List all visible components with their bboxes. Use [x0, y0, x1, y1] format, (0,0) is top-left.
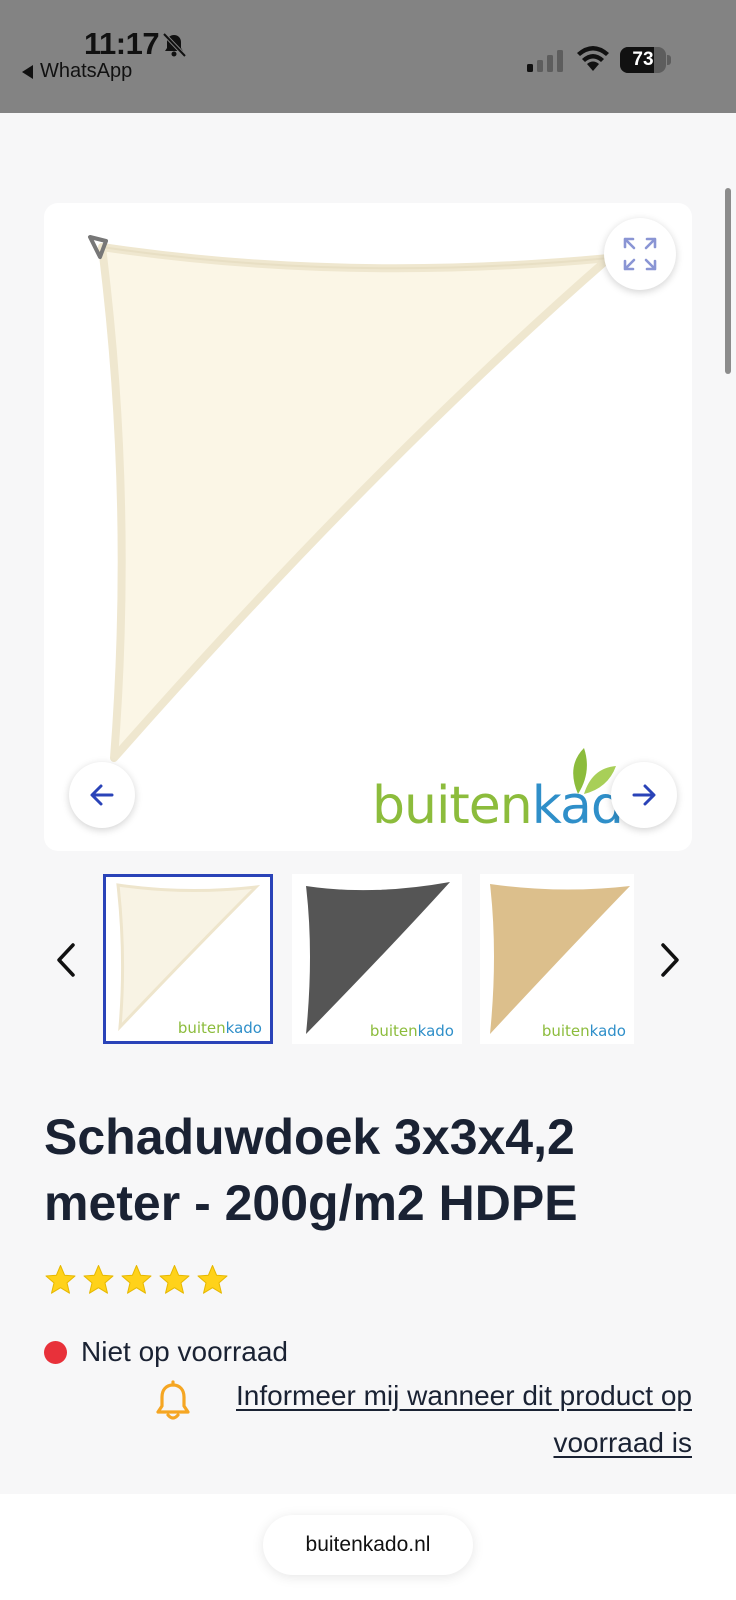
thumbnail-image	[490, 884, 630, 1034]
stock-status: Niet op voorraad	[44, 1336, 288, 1368]
chevron-left-icon	[57, 943, 75, 977]
thumbnail-sand[interactable]: buitenkado	[480, 874, 634, 1044]
thumbnail-logo: buitenkado	[177, 1019, 262, 1037]
stock-status-label: Niet op voorraad	[81, 1336, 289, 1367]
status-bar: 11:17 WhatsApp 73	[0, 0, 736, 113]
previous-image-button[interactable]	[69, 762, 135, 828]
arrow-left-icon	[90, 784, 114, 806]
thumbnails-next-button[interactable]	[650, 940, 690, 980]
notify-link[interactable]: Informeer mij wanneer dit product op voo…	[202, 1372, 692, 1466]
expand-icon	[623, 237, 657, 271]
product-title: Schaduwdoek 3x3x4,2 meter - 200g/m2 HDPE	[44, 1109, 578, 1231]
address-bar[interactable]: buitenkado.nl	[263, 1515, 473, 1575]
expand-image-button[interactable]	[604, 218, 676, 290]
battery-percent: 73	[632, 49, 654, 70]
notify-when-in-stock[interactable]: Informeer mij wanneer dit product op voo…	[150, 1372, 692, 1466]
rating-stars	[44, 1264, 229, 1297]
star-icon	[45, 1265, 76, 1294]
back-triangle-icon	[22, 64, 33, 79]
back-app-label: WhatsApp	[40, 60, 133, 82]
thumbnail-grey[interactable]: buitenkado	[292, 874, 462, 1044]
cellular-signal-icon	[527, 50, 563, 72]
back-to-app-button[interactable]: WhatsApp	[22, 60, 132, 83]
arrow-right-icon	[632, 784, 656, 806]
star-icon	[159, 1265, 190, 1294]
page-scrollbar[interactable]	[725, 188, 731, 374]
star-icon	[197, 1265, 228, 1294]
bell-off-icon	[162, 32, 187, 58]
next-image-button[interactable]	[611, 762, 677, 828]
thumbnail-logo: buitenkado	[369, 1022, 454, 1040]
thumbnails-prev-button[interactable]	[46, 940, 86, 980]
chevron-right-icon	[661, 943, 679, 977]
clock: 11:17	[84, 26, 160, 61]
bell-icon	[156, 1380, 190, 1420]
star-icon	[83, 1265, 114, 1294]
battery-indicator: 73	[620, 47, 671, 73]
product-main-image[interactable]: buitenkado	[44, 203, 692, 851]
thumbnail-image	[306, 882, 450, 1034]
star-icon	[121, 1265, 152, 1294]
thumbnail-image	[116, 883, 261, 1032]
thumbnail-logo: buitenkado	[541, 1022, 626, 1040]
wifi-icon	[577, 46, 609, 71]
out-of-stock-dot-icon	[44, 1340, 67, 1364]
thumbnail-cream[interactable]: buitenkado	[103, 874, 273, 1044]
